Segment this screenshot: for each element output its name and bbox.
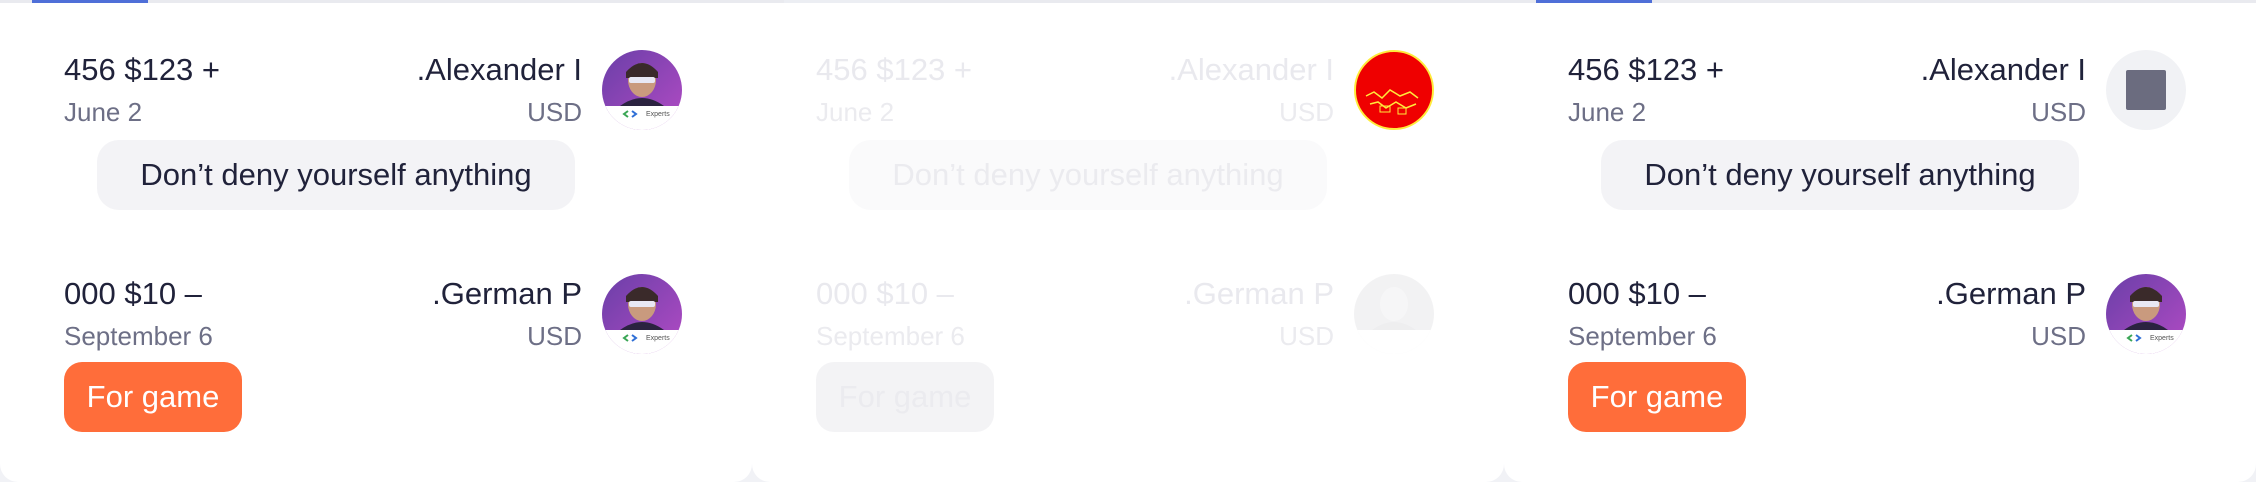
broken-image-pattern-icon xyxy=(1365,89,1419,115)
transactions-panel-2: 456 $123 + .Alexander I June 2 USD Don’t… xyxy=(752,0,1504,482)
image-placeholder-icon[interactable] xyxy=(2106,50,2186,130)
placeholder-square xyxy=(2126,70,2166,110)
transaction-amount: 000 $10 – xyxy=(1568,276,1706,311)
message-bubble: Don’t deny yourself anything xyxy=(97,140,575,210)
transaction-amount: 000 $10 – xyxy=(816,276,954,311)
user-photo-icon: Experts xyxy=(602,50,682,130)
transaction-currency: USD xyxy=(527,97,582,127)
sender-name: .Alexander I xyxy=(416,52,582,87)
avatar[interactable]: Experts xyxy=(602,274,682,354)
category-tag[interactable]: For game xyxy=(64,362,242,432)
category-tag[interactable]: For game xyxy=(816,362,994,432)
transaction-item[interactable]: 000 $10 – .German P September 6 USD Expe… xyxy=(1536,272,2236,472)
sender-name: .German P xyxy=(432,276,582,311)
active-tab-indicator xyxy=(1536,0,1652,3)
user-photo-icon xyxy=(1354,274,1434,354)
sender-name: .German P xyxy=(1936,276,2086,311)
panel-top-divider xyxy=(752,0,1504,3)
user-photo-icon: Experts xyxy=(602,274,682,354)
avatar-caption: Experts xyxy=(646,335,670,342)
message-bubble: Don’t deny yourself anything xyxy=(849,140,1327,210)
transaction-item[interactable]: 000 $10 – .German P September 6 USD Expe… xyxy=(32,272,732,472)
avatar[interactable]: Experts xyxy=(2106,274,2186,354)
avatar-caption: Experts xyxy=(2150,335,2174,342)
transaction-item[interactable]: 000 $10 – .German P September 6 USD For … xyxy=(784,272,1484,472)
user-photo-icon: Experts xyxy=(2106,274,2186,354)
transaction-currency: USD xyxy=(2031,321,2086,351)
transaction-date: September 6 xyxy=(816,321,965,351)
panel-top-divider xyxy=(1504,0,2256,3)
transaction-currency: USD xyxy=(527,321,582,351)
transaction-currency: USD xyxy=(1279,321,1334,351)
broken-image-icon[interactable] xyxy=(1354,50,1434,130)
sender-name: .Alexander I xyxy=(1920,52,2086,87)
avatar-caption: Experts xyxy=(646,111,670,118)
panel-top-divider xyxy=(0,0,752,3)
transaction-date: June 2 xyxy=(64,97,143,127)
category-tag[interactable]: For game xyxy=(1568,362,1746,432)
transaction-item[interactable]: 456 $123 + .Alexander I June 2 USD Exper… xyxy=(32,48,732,248)
active-tab-indicator xyxy=(784,0,900,3)
message-bubble: Don’t deny yourself anything xyxy=(1601,140,2079,210)
avatar[interactable] xyxy=(1354,274,1434,354)
transaction-date: September 6 xyxy=(1568,321,1717,351)
transaction-currency: USD xyxy=(1279,97,1334,127)
transaction-amount: 456 $123 + xyxy=(64,52,221,87)
transaction-item[interactable]: 456 $123 + .Alexander I June 2 USD Don’t… xyxy=(1536,48,2236,248)
transaction-date: June 2 xyxy=(1568,97,1647,127)
transaction-amount: 456 $123 + xyxy=(816,52,973,87)
sender-name: .German P xyxy=(1184,276,1334,311)
transaction-date: June 2 xyxy=(816,97,895,127)
transaction-currency: USD xyxy=(2031,97,2086,127)
avatar[interactable]: Experts xyxy=(602,50,682,130)
sender-name: .Alexander I xyxy=(1168,52,1334,87)
transaction-date: September 6 xyxy=(64,321,213,351)
transaction-amount: 456 $123 + xyxy=(1568,52,1725,87)
transactions-panel-1: 456 $123 + .Alexander I June 2 USD Exper… xyxy=(0,0,752,482)
active-tab-indicator xyxy=(32,0,148,3)
transaction-item[interactable]: 456 $123 + .Alexander I June 2 USD Don’t… xyxy=(784,48,1484,248)
transaction-amount: 000 $10 – xyxy=(64,276,202,311)
transactions-panel-3: 456 $123 + .Alexander I June 2 USD Don’t… xyxy=(1504,0,2256,482)
